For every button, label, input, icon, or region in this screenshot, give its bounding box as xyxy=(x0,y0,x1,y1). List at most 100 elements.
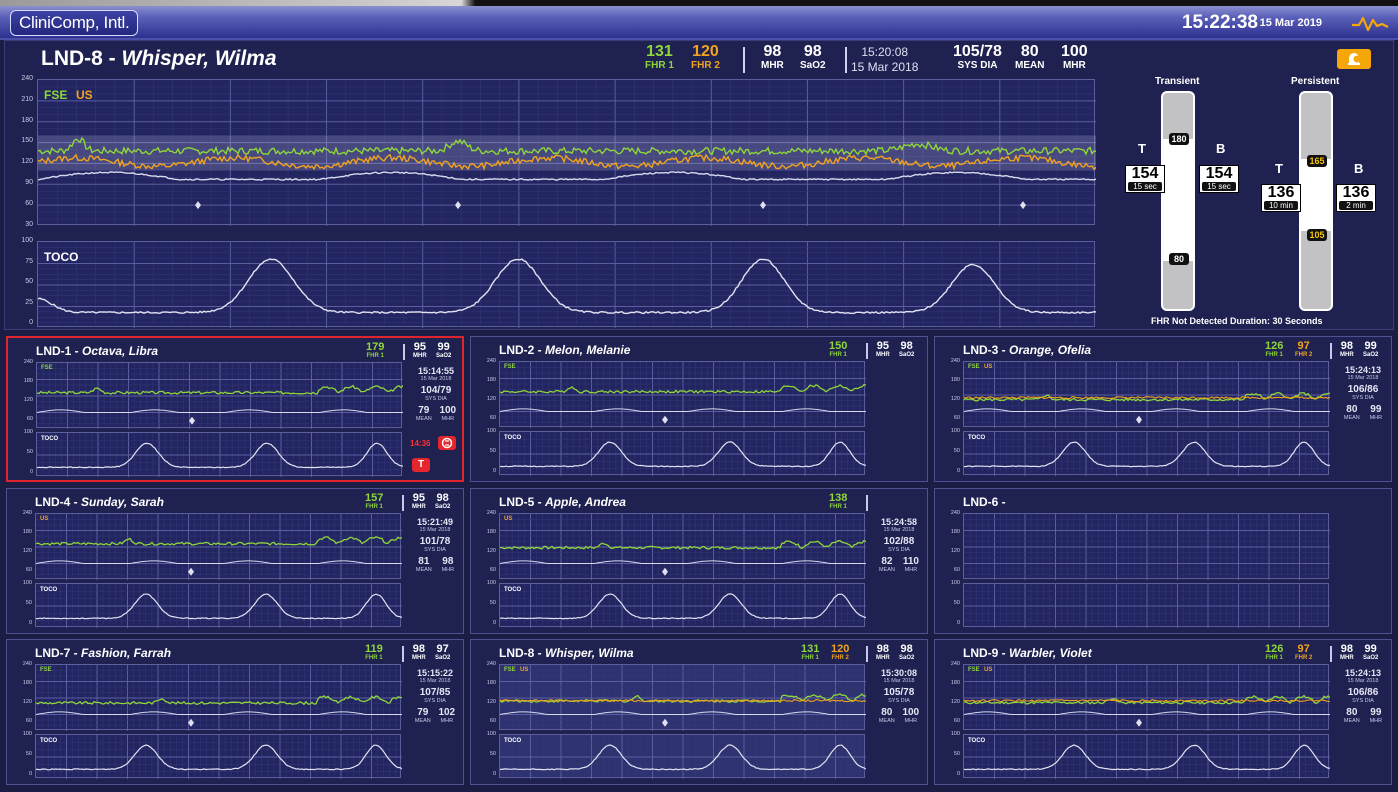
tile-toco-svg xyxy=(500,432,866,476)
alarm-silence-button[interactable] xyxy=(1337,49,1371,69)
tile-title: LND-3 - Orange, Ofelia xyxy=(963,343,1092,357)
persistent-t-label: T xyxy=(1275,161,1283,176)
bed-tile-lnd-9[interactable]: LND-9 - Warbler, Violet 126 FHR 1 97 FHR 2 98… xyxy=(934,639,1392,785)
tile-toco-chart[interactable]: TOCO xyxy=(499,583,866,628)
mean-value: 80 xyxy=(1346,707,1358,718)
tile-toco-chart[interactable]: TOCO xyxy=(35,734,402,779)
clinicomp-logo-button[interactable]: CliniComp, Intl. xyxy=(10,10,139,36)
bp-value: 106/86 xyxy=(1347,384,1379,395)
fhr1-value: 157 xyxy=(365,492,384,504)
tile-mhr: 98 MHR xyxy=(1340,644,1354,662)
sao2-readout: 98 SaO2 xyxy=(800,44,826,72)
tile-toco-chart[interactable] xyxy=(963,583,1330,628)
bed-tile-lnd-8[interactable]: LND-8 - Whisper, Wilma 131 FHR 1 120 FHR 2 98… xyxy=(470,639,928,785)
tile-fhr1: 179 FHR 1 xyxy=(366,342,384,360)
patient-name: Orange, Ofelia xyxy=(1009,343,1092,357)
toco-y-tick: 0 xyxy=(956,771,960,777)
tile-fhr-chart[interactable]: FSE US xyxy=(963,664,1330,731)
transient-lower-limit[interactable]: 80 xyxy=(1169,253,1189,265)
transient-b-value-box[interactable]: 154 15 sec xyxy=(1199,165,1239,193)
tile-fhr2: 97 FHR 2 xyxy=(1295,341,1312,359)
tile-fhr-chart[interactable]: FSE xyxy=(499,361,866,428)
persistent-t-value-box[interactable]: 136 10 min xyxy=(1261,184,1301,212)
tile-fhr-chart[interactable]: FSE xyxy=(35,664,402,731)
fhr-y-tick: 240 xyxy=(22,661,32,667)
tile-toco-svg xyxy=(964,735,1330,779)
toco-y-tick: 100 xyxy=(486,428,496,434)
mean-label: MEAN xyxy=(878,718,895,724)
bed-tile-lnd-3[interactable]: LND-3 - Orange, Ofelia 126 FHR 1 97 FHR 2 98 M… xyxy=(934,336,1392,482)
alert-t-button[interactable]: T xyxy=(412,458,430,472)
transient-t-value-box[interactable]: 154 15 sec xyxy=(1125,165,1165,193)
sync-icon xyxy=(441,437,453,449)
bp-date: 15 Mar 2018 xyxy=(883,527,915,533)
bp-date: 15 Mar 2018 xyxy=(1347,678,1379,684)
persistent-upper-limit[interactable]: 165 xyxy=(1307,155,1327,167)
tile-fhr-chart[interactable] xyxy=(963,513,1330,580)
tile-fhr-svg xyxy=(500,362,866,428)
tile-fhr-chart[interactable]: FSE US xyxy=(963,361,1330,428)
mean-readout: 80 MEAN xyxy=(1015,44,1044,72)
bp-label: SYS DIA xyxy=(1352,395,1374,401)
bed-tile-lnd-6[interactable]: LND-6 - 240 180 120 60 100 50 0 xyxy=(934,488,1392,634)
bed-id: LND-4 xyxy=(35,495,71,509)
bed-tile-lnd-5[interactable]: LND-5 - Apple, Andrea 138 FHR 1 15:24:58 1… xyxy=(470,488,928,634)
system-clock: 15:22:38 xyxy=(1181,12,1258,33)
bed-tile-lnd-7[interactable]: LND-7 - Fashion, Farrah 119 FHR 1 98 MHR 97 Sa… xyxy=(6,639,464,785)
persistent-b-value-box[interactable]: 136 2 min xyxy=(1336,184,1376,212)
toco-y-tick: 0 xyxy=(956,468,960,474)
persistent-lower-limit[interactable]: 105 xyxy=(1307,229,1327,241)
alert-sync-button[interactable] xyxy=(438,436,456,450)
fhr-y-tick: 240 xyxy=(486,358,496,364)
persistent-gauge[interactable]: 165 105 xyxy=(1299,91,1333,311)
fhr-y-tick: 120 xyxy=(486,396,496,402)
tile-toco-chart[interactable]: TOCO xyxy=(499,734,866,779)
tile-toco-chart[interactable]: TOCO xyxy=(963,734,1330,779)
mhr-value: 98 xyxy=(412,643,425,655)
tile-toco-chart[interactable]: TOCO xyxy=(36,432,403,477)
transient-upper-limit[interactable]: 180 xyxy=(1169,133,1189,145)
tile-fhr-chart[interactable]: FSE xyxy=(36,362,403,429)
fhr-y-tick: 60 xyxy=(953,718,960,724)
bed-tile-lnd-2[interactable]: LND-2 - Melon, Melanie 150 FHR 1 95 MHR 98 SaO… xyxy=(470,336,928,482)
bed-tile-lnd-1[interactable]: LND-1 - Octava, Libra 179 FHR 1 95 MHR 99 SaO2… xyxy=(6,336,464,482)
tile-fhr-chart[interactable]: US xyxy=(35,513,402,580)
main-patient-panel[interactable]: LND-8 - Whisper, Wilma 131 FHR 1 120 FHR… xyxy=(4,40,1394,330)
persistent-title: Persistent xyxy=(1291,76,1340,87)
mhr-label: MHR xyxy=(412,504,426,510)
fhr-y-tick: 120 xyxy=(21,158,33,166)
toco-y-tick: 50 xyxy=(25,278,33,285)
bed-tile-lnd-4[interactable]: LND-4 - Sunday, Sarah 157 FHR 1 95 MHR 98 SaO2… xyxy=(6,488,464,634)
sao2-value: 98 xyxy=(900,340,913,352)
heartbeat-icon[interactable] xyxy=(1350,14,1390,34)
fhr-y-tick: 180 xyxy=(486,680,496,686)
signal-label-fse: FSE xyxy=(968,667,980,673)
fhr-y-tick: 60 xyxy=(25,199,33,207)
transient-gauge[interactable]: 180 80 xyxy=(1161,91,1195,311)
bp-date: 15 Mar 2018 xyxy=(419,678,451,684)
toco-strip-svg xyxy=(38,242,1096,328)
tile-fhr-chart[interactable]: US xyxy=(499,513,866,580)
toco-y-tick: 50 xyxy=(26,449,33,455)
tile-bp-panel: 15:24:58 15 Mar 2018 102/88 SYS DIA 82 ME… xyxy=(875,517,923,573)
fhr2-value: 97 xyxy=(1297,643,1310,655)
tile-fhr1: 157 FHR 1 xyxy=(365,493,383,511)
tile-fhr-chart[interactable]: FSE US xyxy=(499,664,866,731)
fhr-strip-chart[interactable]: FSE US xyxy=(37,79,1096,226)
toco-strip-chart[interactable]: TOCO xyxy=(37,241,1096,328)
bp-time: 15:15:22 xyxy=(416,668,454,678)
bp-time: 15:24:58 xyxy=(880,517,918,527)
mhr2-label: MHR xyxy=(1062,60,1086,71)
mhr-value: 98 xyxy=(1340,340,1353,352)
tile-toco-chart[interactable]: TOCO xyxy=(35,583,402,628)
fhr1-readout: 131 FHR 1 xyxy=(645,44,674,72)
bp-date: 15 Mar 2018 xyxy=(1347,375,1379,381)
toco-y-tick: 0 xyxy=(492,771,496,777)
tile-toco-chart[interactable]: TOCO xyxy=(963,431,1330,476)
tile-fhr1: 131 FHR 1 xyxy=(801,644,819,662)
event-marker xyxy=(1020,201,1026,210)
tile-toco-chart[interactable]: TOCO xyxy=(499,431,866,476)
fhr-y-tick: 240 xyxy=(23,359,33,365)
fhr-y-tick: 180 xyxy=(23,378,33,384)
fhr1-label: FHR 1 xyxy=(801,655,819,661)
